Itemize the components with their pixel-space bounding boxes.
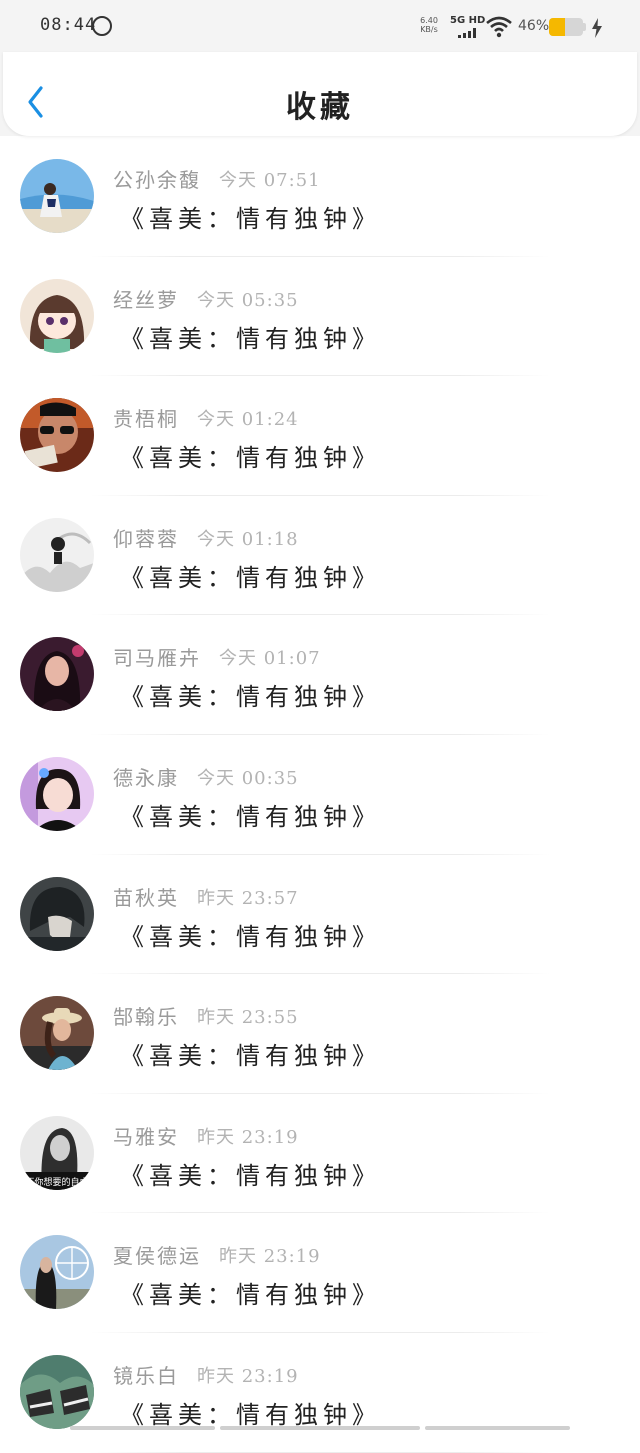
item-author-name: 镜乐白 [113, 1363, 179, 1388]
charging-bolt-icon [592, 18, 602, 38]
item-title: 《喜美：情有独钟》 [120, 205, 381, 233]
status-time: 08:44 [40, 15, 97, 35]
avatar-anime-boy[interactable] [20, 876, 94, 951]
status-bar: 08:44 6.40 KB/s 5G HD 46% [0, 0, 640, 52]
item-title: 《喜美：情有独钟》 [120, 922, 381, 951]
item-title: 《喜美：情有独钟》 [120, 1281, 381, 1310]
do-not-disturb-icon [92, 16, 112, 36]
network-speed-value: 6.40 [420, 16, 438, 25]
item-timestamp: 昨天 23:55 [197, 1007, 299, 1029]
item-timestamp: 昨天 23:19 [219, 1246, 321, 1268]
item-timestamp: 昨天 23:19 [197, 1365, 299, 1387]
favorites-list: 公孙余馥 今天 07:51 《喜美：情有独钟》 经丝萝 今天 05:35 《喜美：情有独钟… [0, 137, 640, 1453]
list-item[interactable]: 德永康 今天 00:35 《喜美：情有独钟》 [0, 735, 640, 855]
item-timestamp: 今天 01:18 [197, 528, 299, 550]
battery-percent: 46% [518, 18, 550, 34]
avatar-caption: 不你想要的自由 [25, 1176, 88, 1188]
item-timestamp: 今天 07:51 [219, 170, 321, 191]
network-type: 5G HD [450, 15, 486, 26]
item-author-name: 经丝萝 [113, 287, 179, 312]
list-item[interactable]: 司马雁卉 今天 01:07 《喜美：情有独钟》 [0, 615, 640, 735]
item-title: 《喜美：情有独钟》 [120, 1161, 381, 1190]
item-title: 《喜美：情有独钟》 [120, 683, 381, 712]
item-author-name: 德永康 [113, 765, 179, 790]
network-speed: 6.40 KB/s [420, 16, 438, 34]
list-item[interactable]: 郜翰乐 昨天 23:55 《喜美：情有独钟》 [0, 974, 640, 1094]
list-item[interactable]: 夏侯德运 昨天 23:19 《喜美：情有独钟》 [0, 1213, 640, 1333]
avatar-photo-woman-dark[interactable] [20, 637, 94, 712]
avatar-photo-girl-purple[interactable] [20, 756, 94, 831]
page-title: 收藏 [286, 90, 354, 125]
avatar-ink-painting[interactable] [20, 517, 94, 592]
item-title: 《喜美：情有独钟》 [120, 802, 381, 831]
avatar-photo-sneakers[interactable] [20, 1354, 94, 1429]
list-item[interactable]: 不你想要的自由 马雅安 昨天 23:19 《喜美：情有独钟》 [0, 1094, 640, 1214]
item-author-name: 郜翰乐 [113, 1005, 179, 1030]
avatar-photo-sunglasses[interactable] [20, 398, 94, 473]
item-author-name: 夏侯德运 [113, 1244, 201, 1269]
item-author-name: 公孙余馥 [113, 168, 201, 192]
avatar-photo-beach[interactable] [20, 159, 94, 233]
item-title: 《喜美：情有独钟》 [120, 1042, 381, 1071]
list-item[interactable]: 公孙余馥 今天 07:51 《喜美：情有独钟》 [0, 137, 640, 257]
item-timestamp: 今天 00:35 [197, 767, 299, 789]
list-item[interactable]: 仰蓉蓉 今天 01:18 《喜美：情有独钟》 [0, 496, 640, 616]
list-item[interactable]: 苗秋英 昨天 23:57 《喜美：情有独钟》 [0, 855, 640, 975]
battery-tip [583, 23, 586, 31]
scroll-indicator [70, 1426, 570, 1430]
header: 收藏 [0, 52, 640, 136]
item-title: 《喜美：情有独钟》 [120, 1400, 381, 1429]
avatar-photo-hat[interactable] [20, 996, 94, 1071]
network-speed-unit: KB/s [420, 25, 438, 34]
item-timestamp: 今天 01:24 [197, 409, 299, 431]
battery-fill [549, 18, 565, 36]
item-author-name: 马雅安 [113, 1124, 179, 1149]
item-author-name: 仰蓉蓉 [113, 526, 179, 551]
list-item[interactable]: 经丝萝 今天 05:35 《喜美：情有独钟》 [0, 257, 640, 377]
item-timestamp: 今天 05:35 [197, 289, 299, 311]
item-timestamp: 今天 01:07 [219, 648, 321, 670]
signal-strength-icon [458, 28, 480, 38]
avatar-anime-girl[interactable] [20, 278, 94, 353]
item-timestamp: 昨天 23:57 [197, 887, 299, 909]
header-card: 收藏 [3, 52, 637, 136]
item-timestamp: 昨天 23:19 [197, 1126, 299, 1148]
item-author-name: 贵梧桐 [113, 407, 179, 432]
item-title: 《喜美：情有独钟》 [120, 324, 381, 353]
avatar-photo-monochrome[interactable]: 不你想要的自由 [20, 1115, 94, 1190]
item-title: 《喜美：情有独钟》 [120, 444, 381, 473]
list-item[interactable]: 镜乐白 昨天 23:19 《喜美：情有独钟》 [0, 1333, 640, 1453]
battery-icon [549, 18, 583, 36]
list-item[interactable]: 贵梧桐 今天 01:24 《喜美：情有独钟》 [0, 376, 640, 496]
wifi-icon [486, 16, 512, 38]
divider [90, 1451, 550, 1453]
item-title: 《喜美：情有独钟》 [120, 563, 381, 592]
avatar-photo-ferris-wheel[interactable] [20, 1235, 94, 1310]
item-author-name: 司马雁卉 [113, 646, 201, 671]
item-author-name: 苗秋英 [113, 885, 179, 910]
